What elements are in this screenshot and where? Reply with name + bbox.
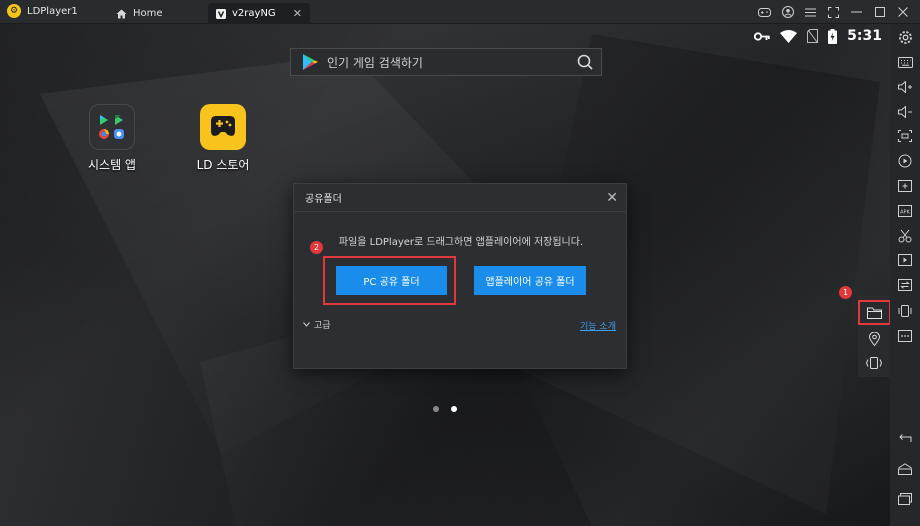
search-placeholder: 인기 게임 검색하기	[327, 55, 423, 70]
sync-icon[interactable]	[896, 276, 914, 294]
volume-up-icon[interactable]	[896, 78, 914, 96]
desktop-icon-system-apps[interactable]: 시스템 앱	[67, 104, 157, 173]
fullscreen-icon[interactable]	[822, 3, 845, 21]
tab-home-label: Home	[133, 8, 163, 19]
close-tab-icon[interactable]: ✕	[293, 7, 302, 20]
desktop-icon-ld-store[interactable]: LD 스토어	[178, 104, 268, 173]
v2rayng-icon	[216, 8, 226, 19]
minimize-icon[interactable]	[845, 3, 868, 21]
status-bar: 5:31	[754, 28, 882, 44]
dialog-title: 공유폴더	[305, 194, 342, 205]
screenshot-icon[interactable]	[896, 127, 914, 145]
home-button-icon[interactable]	[896, 460, 914, 478]
record-icon[interactable]	[896, 152, 914, 170]
search-icon[interactable]	[577, 54, 593, 70]
page-indicator	[433, 406, 457, 412]
chevron-down-icon	[303, 322, 310, 327]
more-icon[interactable]	[896, 327, 914, 345]
video-icon[interactable]	[896, 251, 914, 269]
home-icon	[116, 9, 127, 19]
shared-folder-dialog: 공유폴더 ✕ 파일을 LDPlayer로 드래그하면 앱플레이어에 저장됩니다.…	[293, 183, 627, 369]
account-icon[interactable]	[776, 3, 799, 21]
system-apps-icon	[89, 104, 135, 150]
settings-gear-icon[interactable]	[896, 28, 914, 46]
step-badge-2: 2	[310, 241, 323, 254]
feature-intro-link[interactable]: 기능 소개	[580, 319, 616, 332]
app-title-text: LDPlayer1	[27, 5, 78, 17]
pc-shared-folder-button[interactable]: PC 공유 폴더	[336, 266, 447, 295]
dialog-header: 공유폴더 ✕	[294, 184, 626, 212]
desktop-icon-label: 시스템 앱	[88, 158, 136, 172]
advanced-toggle[interactable]: 고급	[303, 318, 331, 331]
play-store-icon	[301, 53, 319, 71]
battery-charging-icon	[828, 28, 838, 44]
game-search-bar[interactable]: 인기 게임 검색하기	[290, 48, 602, 76]
apk-install-icon[interactable]: APK	[896, 202, 914, 220]
maximize-icon[interactable]	[868, 3, 891, 21]
page-dot[interactable]	[433, 406, 439, 412]
back-icon[interactable]	[896, 429, 914, 447]
clock: 5:31	[847, 28, 882, 44]
rotate-icon[interactable]	[896, 302, 914, 320]
advanced-label: 고급	[314, 321, 331, 331]
scissors-icon[interactable]	[896, 227, 914, 245]
recent-apps-icon[interactable]	[896, 490, 914, 508]
ldplayer-window: ⚙ LDPlayer1 Home v2rayNG ✕ 5:31 인기 게임 검색…	[0, 0, 920, 526]
close-icon[interactable]: ✕	[606, 190, 618, 206]
window-controls	[753, 3, 914, 21]
desktop-icon-label: LD 스토어	[196, 158, 250, 172]
app-title: ⚙ LDPlayer1	[7, 4, 78, 18]
player-shared-folder-button[interactable]: 앱플레이어 공유 폴더	[474, 266, 586, 295]
android-home-screen: 5:31 인기 게임 검색하기 시스템 앱 LD 스토어 공유폴더 ✕ 파일을 …	[0, 24, 890, 526]
close-window-icon[interactable]	[891, 3, 914, 21]
shake-icon	[865, 357, 883, 369]
gamepad-icon[interactable]	[753, 3, 776, 21]
wifi-icon	[780, 29, 798, 43]
location-button[interactable]	[858, 326, 890, 352]
right-toolbar: APK	[890, 24, 920, 526]
volume-down-icon[interactable]	[896, 103, 914, 121]
svg-text:APK: APK	[900, 209, 910, 215]
location-pin-icon	[868, 332, 880, 346]
ldplayer-logo-icon: ⚙	[7, 4, 21, 18]
ld-store-icon	[200, 104, 246, 150]
title-bar: ⚙ LDPlayer1 Home v2rayNG ✕	[0, 0, 920, 24]
no-sim-icon	[807, 29, 819, 43]
menu-icon[interactable]	[799, 3, 822, 21]
dialog-description: 파일을 LDPlayer로 드래그하면 앱플레이어에 저장됩니다.	[338, 237, 584, 248]
tab-v2rayng-label: v2rayNG	[232, 8, 276, 19]
tab-home[interactable]: Home	[108, 3, 204, 24]
tab-v2rayng[interactable]: v2rayNG ✕	[208, 3, 310, 24]
shake-button[interactable]	[858, 350, 890, 376]
keyboard-icon[interactable]	[896, 53, 914, 71]
vpn-key-icon	[754, 31, 770, 41]
page-dot-active[interactable]	[451, 406, 457, 412]
step-badge-1: 1	[839, 286, 852, 299]
add-window-icon[interactable]	[896, 177, 914, 195]
shared-folder-highlight	[858, 300, 891, 325]
